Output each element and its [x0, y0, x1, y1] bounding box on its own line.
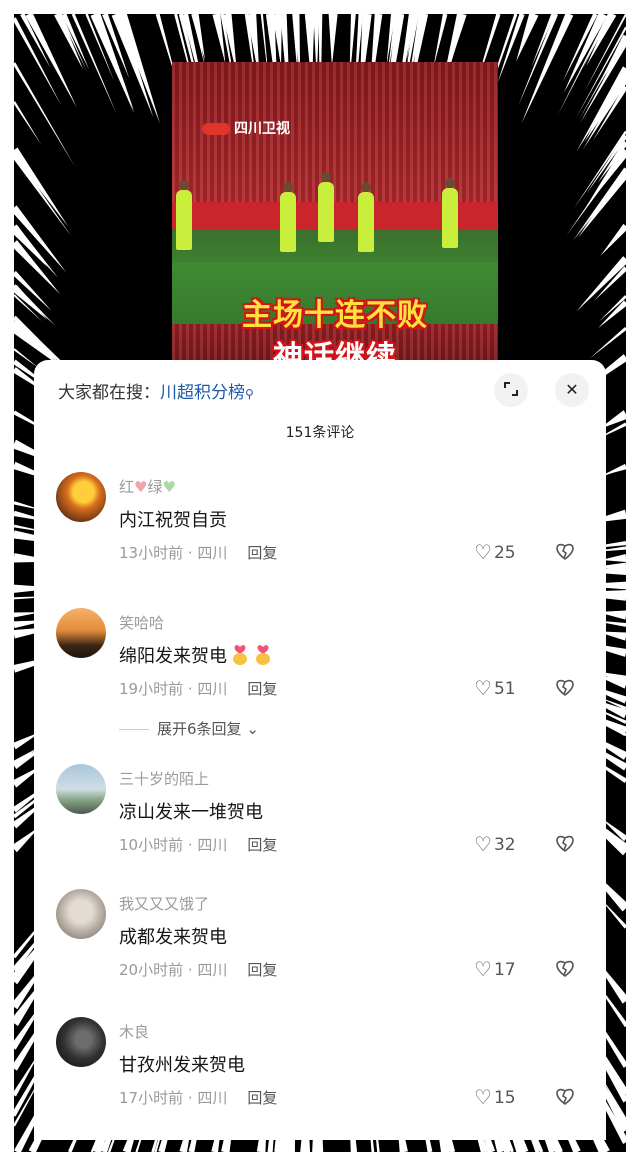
- comment-text: 甘孜州发来贺电: [119, 1055, 245, 1076]
- video-player[interactable]: 四川卫视 主场十连不败 神话继续: [172, 62, 498, 382]
- like-button[interactable]: ♡ 32: [474, 832, 516, 856]
- close-icon: ✕: [565, 380, 579, 399]
- video-player-figure: [280, 182, 296, 252]
- like-count: 32: [493, 835, 516, 855]
- comment-time: 19小时前 · 四川: [119, 680, 228, 698]
- comment-meta: 17小时前 · 四川 回复: [119, 1087, 277, 1108]
- broken-heart-icon[interactable]: [554, 832, 576, 854]
- comment-username[interactable]: 三十岁的陌上: [119, 768, 209, 789]
- comment-time: 10小时前 · 四川: [119, 836, 228, 854]
- finger-heart-emoji-icon: [256, 645, 270, 665]
- comment-text: 凉山发来一堆贺电: [119, 802, 263, 823]
- heart-outline-icon: ♡: [474, 540, 492, 564]
- broken-heart-icon[interactable]: [554, 957, 576, 979]
- like-count: 51: [493, 679, 516, 699]
- heart-outline-icon: ♡: [474, 676, 492, 700]
- like-count: 25: [493, 543, 516, 563]
- comment-meta: 13小时前 · 四川 回复: [119, 542, 277, 563]
- comments-panel: 大家都在搜：川超积分榜⚲ ✕ 151条评论 红♥绿♥ 内江祝贺自贡 13小时前 …: [34, 360, 606, 1140]
- comment-username[interactable]: 笑哈哈: [119, 612, 164, 633]
- reply-button[interactable]: 回复: [247, 544, 277, 562]
- comment-text: 内江祝贺自贡: [119, 510, 227, 531]
- avatar[interactable]: [56, 764, 106, 814]
- avatar[interactable]: [56, 889, 106, 939]
- like-button[interactable]: ♡ 25: [474, 540, 516, 564]
- expand-button[interactable]: [494, 373, 528, 407]
- comment-meta: 20小时前 · 四川 回复: [119, 959, 277, 980]
- like-button[interactable]: ♡ 17: [474, 957, 516, 981]
- broken-heart-icon[interactable]: [554, 1085, 576, 1107]
- comment-item: 我又又又饿了 成都发来贺电 20小时前 · 四川 回复 ♡ 17: [34, 889, 606, 1009]
- reply-button[interactable]: 回复: [247, 961, 277, 979]
- like-count: 17: [493, 960, 516, 980]
- divider: [119, 729, 149, 730]
- pink-heart-icon: ♥: [134, 478, 148, 496]
- comment-text: 绵阳发来贺电: [119, 642, 273, 668]
- search-icon: ⚲: [245, 387, 254, 401]
- green-heart-icon: ♥: [162, 478, 176, 496]
- comment-item: 木良 甘孜州发来贺电 17小时前 · 四川 回复 ♡ 15: [34, 1017, 606, 1137]
- reply-button[interactable]: 回复: [247, 680, 277, 698]
- comment-meta: 19小时前 · 四川 回复: [119, 678, 277, 699]
- chevron-down-icon: ⌄: [241, 720, 259, 738]
- comment-meta: 10小时前 · 四川 回复: [119, 834, 277, 855]
- comment-username[interactable]: 木良: [119, 1021, 149, 1042]
- avatar[interactable]: [56, 1017, 106, 1067]
- expand-replies-button[interactable]: 展开6条回复 ⌄: [119, 718, 259, 739]
- reply-button[interactable]: 回复: [247, 1089, 277, 1107]
- comment-time: 13小时前 · 四川: [119, 544, 228, 562]
- finger-heart-emoji-icon: [233, 645, 247, 665]
- heart-outline-icon: ♡: [474, 1085, 492, 1109]
- comments-count: 151条评论: [285, 425, 355, 441]
- avatar[interactable]: [56, 472, 106, 522]
- like-count: 15: [493, 1088, 516, 1108]
- like-button[interactable]: ♡ 15: [474, 1085, 516, 1109]
- comment-item: 笑哈哈 绵阳发来贺电 19小时前 · 四川 回复 ♡ 51: [34, 608, 606, 728]
- video-player-figure: [176, 180, 192, 250]
- search-suggestion[interactable]: 大家都在搜：川超积分榜⚲: [58, 378, 254, 403]
- heart-outline-icon: ♡: [474, 832, 492, 856]
- close-button[interactable]: ✕: [555, 373, 589, 407]
- channel-logo: 四川卫视: [202, 118, 290, 138]
- reply-button[interactable]: 回复: [247, 836, 277, 854]
- broken-heart-icon[interactable]: [554, 676, 576, 698]
- avatar[interactable]: [56, 608, 106, 658]
- heart-outline-icon: ♡: [474, 957, 492, 981]
- broken-heart-icon[interactable]: [554, 540, 576, 562]
- comment-username[interactable]: 我又又又饿了: [119, 893, 209, 914]
- comment-text: 成都发来贺电: [119, 927, 227, 948]
- comment-item: 红♥绿♥ 内江祝贺自贡 13小时前 · 四川 回复 ♡ 25: [34, 472, 606, 592]
- like-button[interactable]: ♡ 51: [474, 676, 516, 700]
- comment-item: 三十岁的陌上 凉山发来一堆贺电 10小时前 · 四川 回复 ♡ 32: [34, 764, 606, 884]
- video-headline-1: 主场十连不败: [242, 298, 428, 333]
- expand-icon: [504, 382, 518, 396]
- comment-username[interactable]: 红♥绿♥: [119, 476, 176, 497]
- comment-time: 20小时前 · 四川: [119, 961, 228, 979]
- search-keyword[interactable]: 川超积分榜: [160, 383, 245, 403]
- search-prefix: 大家都在搜：: [58, 383, 160, 403]
- comment-time: 17小时前 · 四川: [119, 1089, 228, 1107]
- video-player-figure: [318, 172, 334, 242]
- video-player-figure: [358, 182, 374, 252]
- video-player-figure: [442, 178, 458, 248]
